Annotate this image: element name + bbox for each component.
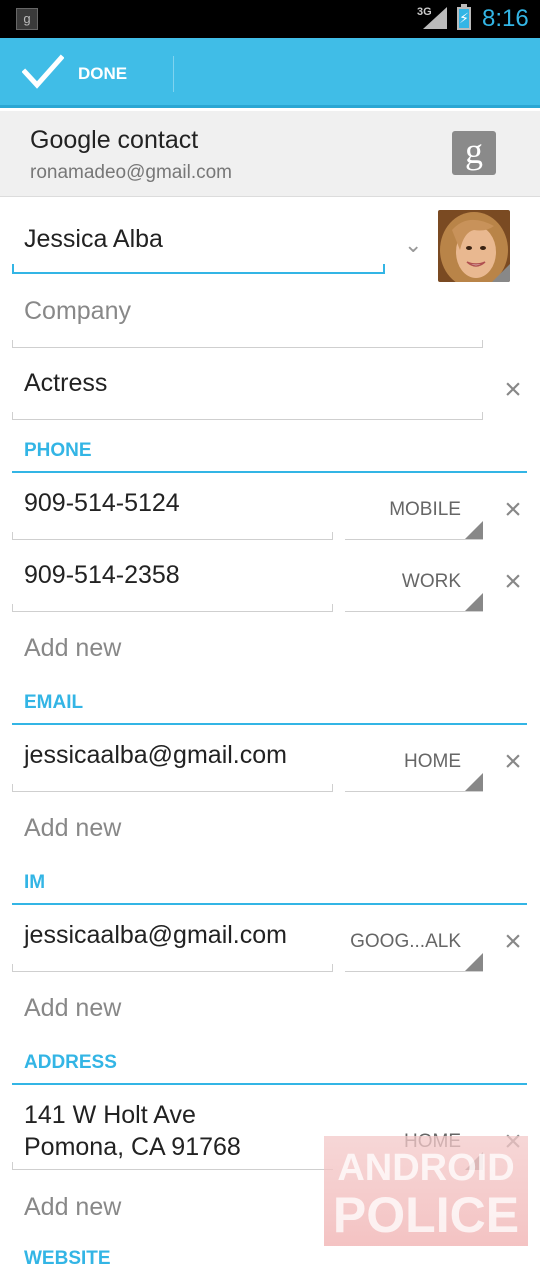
dropdown-corner-icon	[465, 593, 483, 611]
title-field-underline	[12, 419, 483, 420]
website-section-title: WEBSITE	[24, 1248, 111, 1269]
company-field-edge	[482, 340, 483, 348]
im-field-underline	[12, 971, 333, 972]
remove-phone-icon[interactable]: ×	[498, 495, 528, 525]
charging-bolt-icon: ⚡	[459, 10, 469, 26]
expand-name-chevron-icon[interactable]: ⌄	[404, 232, 422, 258]
im-section-divider	[12, 903, 527, 905]
phone-field-underline	[12, 611, 333, 612]
svg-text:POLICE: POLICE	[333, 1187, 519, 1243]
email-field-underline	[12, 791, 333, 792]
dropdown-corner-icon	[465, 521, 483, 539]
phone-field[interactable]: 909-514-2358	[24, 561, 180, 590]
network-type: 3G	[417, 6, 432, 18]
address-field-underline	[12, 1169, 333, 1170]
google-notification-icon: g	[16, 8, 38, 30]
field-edge	[332, 784, 333, 792]
type-selector-underline	[345, 791, 483, 792]
phone-section-title: PHONE	[24, 440, 92, 461]
type-selector-underline	[345, 539, 483, 540]
name-field[interactable]: Jessica Alba	[24, 225, 163, 254]
type-selector-underline	[345, 971, 483, 972]
remove-title-icon[interactable]: ×	[498, 375, 528, 405]
remove-email-icon[interactable]: ×	[498, 747, 528, 777]
remove-phone-icon[interactable]: ×	[498, 567, 528, 597]
company-field[interactable]: Company	[24, 297, 131, 326]
add-email-button[interactable]: Add new	[24, 814, 121, 843]
add-phone-button[interactable]: Add new	[24, 634, 121, 663]
type-selector-underline	[345, 611, 483, 612]
account-email: ronamadeo@gmail.com	[30, 162, 232, 183]
add-im-button[interactable]: Add new	[24, 994, 121, 1023]
svg-text:ANDROID: ANDROID	[337, 1147, 514, 1189]
phone-type-selector[interactable]: WORK	[345, 571, 461, 593]
company-field-underline	[12, 347, 483, 348]
google-account-icon: g	[452, 131, 496, 175]
remove-im-icon[interactable]: ×	[498, 927, 528, 957]
field-edge	[332, 604, 333, 612]
account-type: Google contact	[30, 126, 199, 154]
address-section-title: ADDRESS	[24, 1052, 117, 1073]
add-address-button[interactable]: Add new	[24, 1193, 121, 1222]
checkmark-icon	[22, 54, 64, 89]
phone-type-selector[interactable]: MOBILE	[345, 499, 461, 521]
phone-section-divider	[12, 471, 527, 473]
phone-field-underline	[12, 539, 333, 540]
dropdown-corner-icon	[465, 953, 483, 971]
contact-photo[interactable]	[438, 210, 510, 282]
android-police-watermark: ANDROID POLICE	[324, 1136, 528, 1246]
address-line-1[interactable]: 141 W Holt Ave	[24, 1101, 196, 1130]
title-field[interactable]: Actress	[24, 369, 107, 398]
field-edge	[332, 532, 333, 540]
email-type-selector[interactable]: HOME	[345, 751, 461, 773]
dropdown-corner-icon	[465, 773, 483, 791]
im-field[interactable]: jessicaalba@gmail.com	[24, 921, 287, 950]
im-section-title: IM	[24, 872, 46, 893]
name-field-underline	[12, 272, 385, 274]
address-line-2[interactable]: Pomona, CA 91768	[24, 1133, 241, 1162]
done-label: DONE	[78, 64, 128, 83]
email-field[interactable]: jessicaalba@gmail.com	[24, 741, 287, 770]
name-field-edge	[383, 264, 385, 274]
field-edge	[332, 964, 333, 972]
im-type-selector[interactable]: GOOG...ALK	[345, 931, 461, 953]
title-field-edge	[482, 412, 483, 420]
phone-field[interactable]: 909-514-5124	[24, 489, 180, 518]
email-section-divider	[12, 723, 527, 725]
address-section-divider	[12, 1083, 527, 1085]
status-clock: 8:16	[482, 5, 529, 32]
action-bar-divider	[173, 56, 174, 92]
email-section-title: EMAIL	[24, 692, 84, 713]
